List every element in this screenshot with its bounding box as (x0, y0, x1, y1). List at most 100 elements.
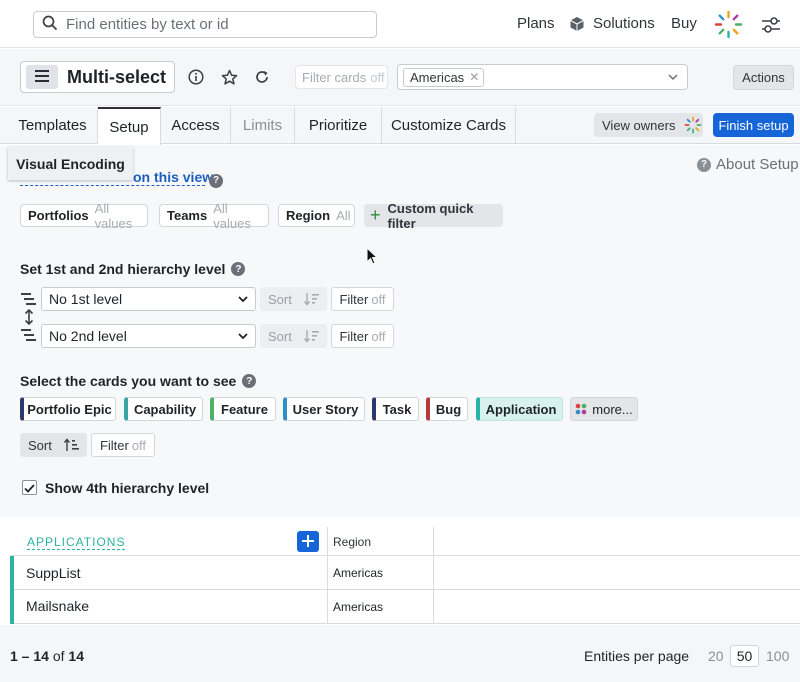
sort-label: Sort (28, 437, 52, 453)
total-value: 14 (68, 648, 84, 664)
filter-cards-state: off (370, 69, 385, 85)
buy-link[interactable]: Buy (671, 15, 697, 32)
settings-sliders-icon[interactable] (760, 14, 782, 39)
quick-filter-name: Teams (167, 208, 208, 223)
more-cards-button[interactable]: more... (570, 397, 638, 421)
per-page-label: Entities per page (584, 648, 690, 664)
tab-setup[interactable]: Setup (98, 107, 161, 145)
level-2-sort-button[interactable]: Sort (260, 324, 327, 348)
region-multiselect[interactable]: Americas ✕ (397, 64, 688, 90)
chevron-down-icon (667, 70, 679, 86)
table-header (10, 527, 800, 556)
filter-cards-label: Filter cards (302, 69, 367, 85)
level-2-select[interactable]: No 2nd level (41, 324, 256, 348)
quick-filter-teams[interactable]: Teams All values (159, 201, 269, 231)
menu-button[interactable] (26, 65, 58, 89)
of-label: of (52, 648, 65, 664)
show-4th-level-label: Show 4th hierarchy level (45, 480, 210, 496)
level-1-select[interactable]: No 1st level (41, 287, 256, 311)
help-icon[interactable]: ? (231, 262, 246, 276)
filter-state: off (371, 328, 386, 344)
view-title: Multi-select (67, 66, 167, 87)
filter-cards-input[interactable]: Filter cards off (295, 65, 388, 89)
sort-label: Sort (268, 328, 292, 344)
row-name[interactable]: SuppList (26, 565, 80, 581)
card-type-bug[interactable]: Bug (426, 397, 468, 421)
view-title-box: Multi-select (20, 61, 175, 93)
quick-filter-value: All (336, 208, 351, 223)
tab-access[interactable]: Access (161, 107, 231, 144)
card-type-user-story[interactable]: User Story (283, 397, 365, 421)
search-input[interactable]: Find entities by text or id (33, 11, 377, 38)
quick-filter-portfolios[interactable]: Portfolios All values (20, 201, 148, 231)
view-owners-button[interactable]: View owners (594, 113, 703, 137)
sort-icon (303, 292, 320, 306)
more-label: more... (592, 401, 633, 417)
region-tag-label: Americas (410, 69, 465, 85)
quick-filter-value: All values (94, 200, 133, 231)
finish-setup-button[interactable]: Finish setup (713, 113, 794, 137)
level-1-sort-button[interactable]: Sort (260, 287, 327, 311)
visual-encoding-link[interactable]: on this view (133, 169, 213, 185)
logo-icon[interactable] (714, 10, 743, 42)
visual-encoding-tooltip: Visual Encoding (8, 147, 133, 180)
tab-templates[interactable]: Templates (8, 107, 98, 144)
table-row[interactable] (10, 590, 800, 624)
solutions-link[interactable]: Solutions (593, 15, 655, 32)
show-4th-level-checkbox[interactable] (22, 480, 37, 495)
page-size-option[interactable]: 20 (708, 648, 724, 664)
plans-link[interactable]: Plans (517, 15, 555, 32)
quick-filter-region[interactable]: Region All (278, 204, 355, 227)
view-owners-label: View owners (602, 117, 676, 133)
help-icon: ? (697, 157, 711, 172)
column-divider (327, 527, 328, 624)
cards-section-title: Select the cards you want to see ? (20, 373, 257, 389)
row-name[interactable]: Mailsnake (26, 598, 89, 614)
about-setup-link[interactable]: ? About Setup (697, 156, 799, 173)
card-type-feature[interactable]: Feature (210, 397, 276, 421)
cards-title: Select the cards you want to see (20, 373, 237, 389)
star-icon[interactable] (219, 67, 239, 87)
help-icon[interactable]: ? (209, 170, 223, 188)
plus-icon: + (370, 205, 381, 225)
tab-prioritize[interactable]: Prioritize (295, 107, 382, 144)
mouse-cursor-icon (366, 246, 379, 268)
card-type-portfolio-epic[interactable]: Portfolio Epic (20, 397, 116, 421)
remove-tag-icon[interactable]: ✕ (469, 70, 479, 84)
level-2-filter-button[interactable]: Filter off (331, 324, 394, 348)
info-icon[interactable] (186, 67, 206, 87)
hierarchy-section-title: Set 1st and 2nd hierarchy level ? (20, 261, 246, 277)
chevron-down-icon (237, 292, 249, 308)
page-size-option-selected[interactable]: 50 (730, 645, 759, 667)
applications-group-label[interactable]: APPLICATIONS (27, 535, 126, 550)
column-header-region[interactable]: Region (333, 535, 371, 549)
pagination-range: 1 – 14 of 14 (10, 648, 84, 664)
card-type-capability[interactable]: Capability (124, 397, 203, 421)
hierarchy-title: Set 1st and 2nd hierarchy level (20, 261, 226, 277)
table-row[interactable] (10, 556, 800, 590)
row-region: Americas (333, 600, 384, 614)
tab-customize-cards[interactable]: Customize Cards (382, 107, 516, 144)
sort-icon (303, 329, 320, 343)
hamburger-icon (35, 69, 49, 85)
level-1-filter-button[interactable]: Filter off (331, 287, 394, 311)
search-icon (42, 15, 66, 35)
quick-filter-name: Portfolios (28, 208, 89, 223)
dots-icon (575, 403, 589, 415)
drag-handle-icon[interactable] (10, 590, 14, 624)
help-icon[interactable]: ? (242, 374, 257, 388)
actions-button[interactable]: Actions (733, 65, 794, 90)
card-type-task[interactable]: Task (372, 397, 419, 421)
page-size-option[interactable]: 100 (766, 648, 789, 664)
cards-filter-button[interactable]: Filter off (91, 433, 155, 457)
level-1-value: No 1st level (49, 291, 123, 307)
custom-quick-filter-button[interactable]: + Custom quick filter (364, 201, 503, 231)
swap-levels-icon[interactable] (23, 308, 35, 328)
add-application-button[interactable] (297, 531, 319, 552)
cards-sort-button[interactable]: Sort (20, 433, 87, 457)
refresh-icon[interactable] (252, 67, 272, 87)
checkmark-icon (24, 480, 35, 496)
drag-handle-icon[interactable] (10, 556, 14, 590)
tab-limits[interactable]: Limits (231, 107, 295, 144)
card-type-application[interactable]: Application (476, 397, 563, 421)
